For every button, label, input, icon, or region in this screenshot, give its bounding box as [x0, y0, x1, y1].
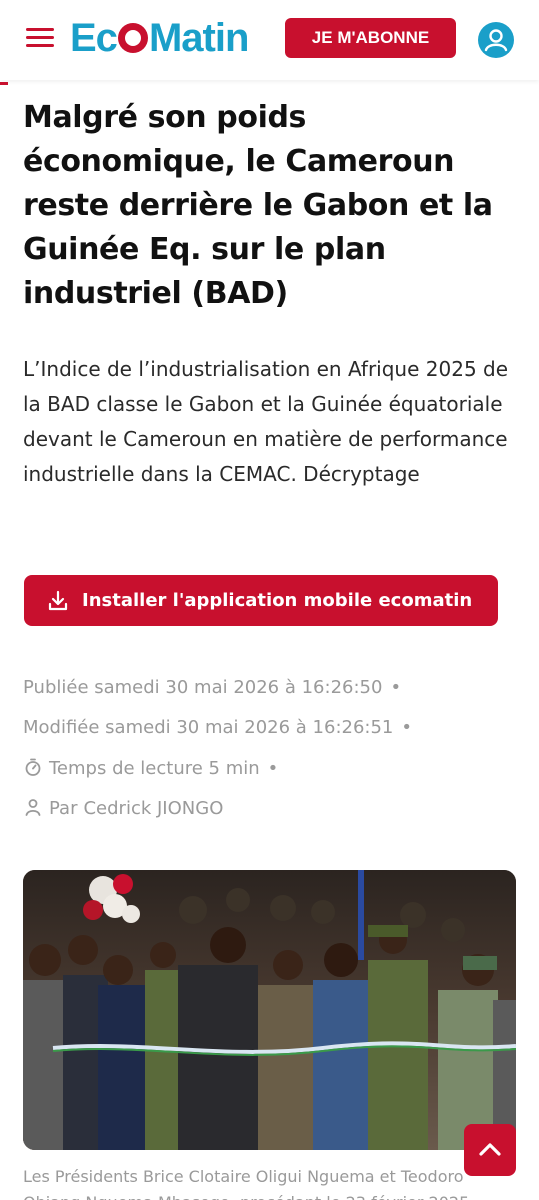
user-account-icon[interactable]	[478, 22, 514, 58]
reading-time: Temps de lecture 5 min •	[23, 754, 523, 784]
article-photo	[23, 870, 516, 1150]
hamburger-menu-icon[interactable]	[26, 26, 54, 50]
site-header: Ec Matin JE M'ABONNE	[0, 0, 539, 80]
published-text: Publiée samedi 30 mai 2026 à 16:26:50	[23, 677, 383, 698]
scroll-to-top-button[interactable]	[464, 1124, 516, 1176]
article-lead: L’Indice de l’industrialisation en Afriq…	[23, 357, 509, 486]
header-accent-bar	[0, 82, 8, 85]
ecomatin-logo[interactable]: Ec Matin	[70, 16, 249, 60]
download-icon	[48, 590, 68, 611]
author-name[interactable]: Cedrick JIONGO	[83, 798, 223, 819]
author-line: Par Cedrick JIONGO	[23, 794, 523, 824]
person-icon	[25, 799, 41, 816]
article-title: Malgré son poids économique, le Cameroun…	[23, 100, 493, 311]
separator-dot: •	[390, 677, 402, 698]
install-app-label: Installer l'application mobile ecomatin	[82, 590, 473, 611]
reading-time-text: Temps de lecture 5 min	[49, 758, 260, 779]
separator-dot: •	[401, 717, 413, 738]
modified-date: Modifiée samedi 30 mai 2026 à 16:26:51 •	[23, 713, 523, 743]
logo-o-circle	[117, 23, 148, 53]
logo-text-right: Matin	[148, 16, 249, 60]
logo-text-left: Ec	[70, 16, 118, 60]
published-date: Publiée samedi 30 mai 2026 à 16:26:50 •	[23, 673, 523, 703]
install-app-button[interactable]: Installer l'application mobile ecomatin	[24, 575, 498, 626]
chevron-up-icon	[479, 1143, 501, 1156]
stopwatch-icon	[25, 758, 41, 776]
photo-caption: Les Présidents Brice Clotaire Oligui Ngu…	[23, 1167, 469, 1200]
separator-dot: •	[267, 758, 279, 779]
by-label: Par	[49, 798, 78, 819]
modified-text: Modifiée samedi 30 mai 2026 à 16:26:51	[23, 717, 394, 738]
subscribe-button[interactable]: JE M'ABONNE	[285, 18, 456, 58]
